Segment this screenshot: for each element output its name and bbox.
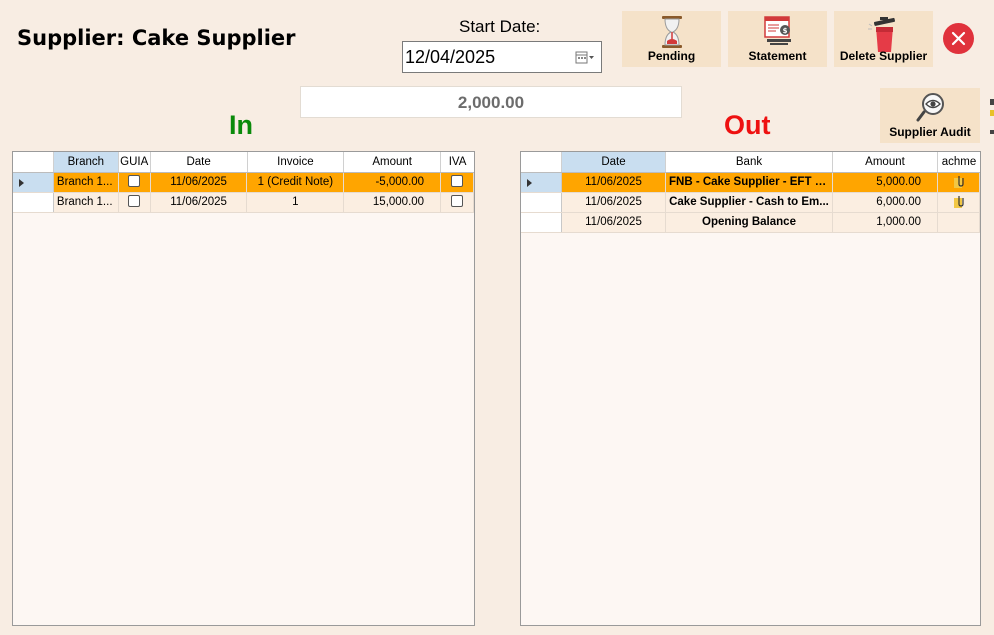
amount-cell[interactable]: 5,000.00 [833,173,938,192]
trash-icon [867,17,895,52]
statement-icon: $ [763,16,791,45]
iva-cell[interactable] [441,173,474,192]
invoice-cell[interactable]: 1 [247,193,345,212]
attachment-cell[interactable] [938,193,980,212]
amount-cell[interactable]: 6,000.00 [833,193,938,212]
column-header-attachment[interactable]: achme [938,152,980,172]
row-selector[interactable] [521,193,562,212]
partial-toolbar-icon [990,99,994,134]
guia-checkbox[interactable] [128,194,141,207]
statement-label: Statement [748,49,807,63]
column-header-date[interactable]: Date [562,152,666,172]
date-cell[interactable]: 11/06/2025 [562,213,666,232]
row-selector[interactable] [13,193,54,212]
out-heading: Out [724,110,771,140]
start-date-picker[interactable]: 12/04/2025 [402,41,602,73]
paperclip-icon[interactable] [953,175,965,189]
hourglass-icon [661,16,682,48]
table-row[interactable]: 11/06/2025 Opening Balance 1,000.00 [521,213,980,233]
attachment-cell[interactable] [938,173,980,192]
close-icon [951,31,966,46]
current-row-arrow-icon [19,179,24,187]
iva-checkbox[interactable] [451,194,464,207]
close-button[interactable] [943,23,974,54]
supplier-audit-button[interactable]: Supplier Audit [880,88,980,143]
date-cell[interactable]: 11/06/2025 [562,193,666,212]
out-grid-header: Date Bank Amount achme [521,152,980,173]
branch-cell[interactable]: Branch 1... [53,173,119,192]
amount-cell[interactable]: 15,000.00 [344,193,442,212]
column-header-date[interactable]: Date [151,152,248,172]
bank-cell[interactable]: FNB - Cake Supplier - EFT P... [666,173,833,192]
branch-cell[interactable]: Branch 1... [53,193,119,212]
pending-label: Pending [647,49,696,63]
table-row[interactable]: 11/06/2025 Cake Supplier - Cash to Em...… [521,193,980,213]
table-row[interactable]: 11/06/2025 FNB - Cake Supplier - EFT P..… [521,173,980,193]
table-row[interactable]: Branch 1... 11/06/2025 1 (Credit Note) -… [13,173,474,193]
row-selector[interactable] [521,173,562,192]
start-date-label: Start Date: [459,17,541,36]
pending-button[interactable]: Pending [622,11,721,67]
magnifier-eye-icon [916,93,944,122]
current-row-arrow-icon [527,179,532,187]
row-selector[interactable] [521,213,562,232]
out-grid[interactable]: Date Bank Amount achme 11/06/2025 FNB - … [520,151,981,626]
in-heading: In [229,110,253,140]
column-header-invoice[interactable]: Invoice [248,152,345,172]
in-grid-header: Branch GUIA Date Invoice Amount IVA [13,152,474,173]
delete-supplier-button[interactable]: Delete Supplier [834,11,933,67]
svg-text:$: $ [782,27,787,35]
column-header-bank[interactable]: Bank [666,152,833,172]
amount-cell[interactable]: -5,000.00 [344,173,442,192]
date-cell[interactable]: 11/06/2025 [150,173,248,192]
in-grid[interactable]: Branch GUIA Date Invoice Amount IVA Bran… [12,151,475,626]
balance-display: 2,000.00 [300,86,682,118]
row-selector[interactable] [13,173,54,192]
column-header-amount[interactable]: Amount [833,152,938,172]
column-header-iva[interactable]: IVA [441,152,474,172]
row-header-corner [13,152,54,172]
iva-checkbox[interactable] [451,174,464,187]
guia-cell[interactable] [118,193,151,212]
row-header-corner [521,152,562,172]
column-header-branch[interactable]: Branch [53,152,119,172]
supplier-audit-label: Supplier Audit [889,125,971,139]
delete-supplier-label: Delete Supplier [839,49,928,63]
table-row[interactable]: Branch 1... 11/06/2025 1 15,000.00 [13,193,474,213]
bank-cell[interactable]: Opening Balance [666,213,833,232]
amount-cell[interactable]: 1,000.00 [833,213,938,232]
guia-checkbox[interactable] [128,174,141,187]
start-date-value: 12/04/2025 [405,47,496,67]
page-title: Supplier: Cake Supplier [17,26,296,50]
guia-cell[interactable] [118,173,151,192]
bank-cell[interactable]: Cake Supplier - Cash to Em... [666,193,833,212]
column-header-guia[interactable]: GUIA [119,152,151,172]
iva-cell[interactable] [441,193,474,212]
paperclip-icon[interactable] [953,195,965,209]
invoice-cell[interactable]: 1 (Credit Note) [247,173,345,192]
statement-button[interactable]: $ Statement [728,11,827,67]
column-header-amount[interactable]: Amount [344,152,442,172]
attachment-cell[interactable] [938,213,980,232]
date-cell[interactable]: 11/06/2025 [150,193,248,212]
date-cell[interactable]: 11/06/2025 [562,173,666,192]
calendar-dropdown-icon[interactable] [575,50,595,66]
